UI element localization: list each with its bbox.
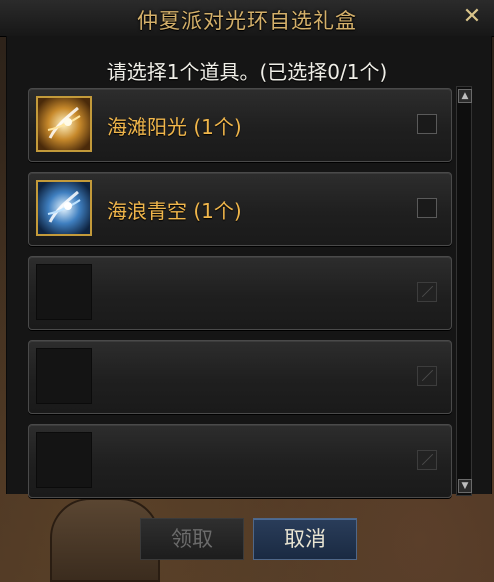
- empty-slot-icon: [36, 348, 92, 404]
- scroll-down-icon[interactable]: ▼: [458, 479, 472, 493]
- item-slot-4: [28, 340, 452, 414]
- close-icon[interactable]: ✕: [460, 4, 484, 30]
- beach-sunshine-aura-icon: [36, 96, 92, 152]
- item-slot-3: [28, 256, 452, 330]
- ocean-sky-aura-icon: [36, 180, 92, 236]
- dialog-titlebar: 仲夏派对光环自选礼盒 ✕: [0, 0, 494, 37]
- item-checkbox-4: [417, 366, 437, 386]
- item-checkbox-1[interactable]: [417, 114, 437, 134]
- item-checkbox-2[interactable]: [417, 198, 437, 218]
- item-checkbox-5: [417, 450, 437, 470]
- dialog-title: 仲夏派对光环自选礼盒: [137, 9, 357, 33]
- selection-prompt: 请选择1个道具。(已选择0/1个): [106, 60, 388, 84]
- item-name: 海浪青空 (1个): [107, 199, 242, 223]
- empty-slot-icon: [36, 264, 92, 320]
- item-checkbox-3: [417, 282, 437, 302]
- list-scrollbar[interactable]: ▲ ▼: [456, 86, 472, 496]
- item-slot-5: [28, 424, 452, 498]
- item-slot-1[interactable]: 海滩阳光 (1个): [28, 88, 452, 162]
- empty-slot-icon: [36, 432, 92, 488]
- item-name: 海滩阳光 (1个): [107, 115, 242, 139]
- receive-button[interactable]: 领取: [140, 518, 244, 560]
- scroll-up-icon[interactable]: ▲: [458, 89, 472, 103]
- item-slot-2[interactable]: 海浪青空 (1个): [28, 172, 452, 246]
- cancel-button[interactable]: 取消: [253, 518, 357, 560]
